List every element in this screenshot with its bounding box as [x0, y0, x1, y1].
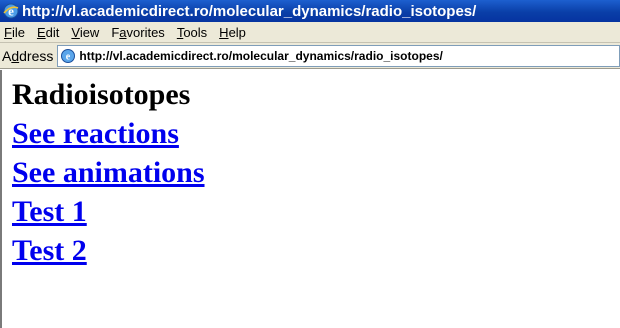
- address-url: http://vl.academicdirect.ro/molecular_dy…: [79, 48, 443, 63]
- menu-bar: File Edit View Favorites Tools Help: [0, 22, 620, 43]
- link-test-1[interactable]: Test 1: [12, 192, 620, 231]
- svg-text:e: e: [8, 4, 14, 19]
- link-test-2[interactable]: Test 2: [12, 231, 620, 270]
- menu-favorites[interactable]: Favorites: [111, 25, 164, 40]
- menu-tools[interactable]: Tools: [177, 25, 207, 40]
- title-bar: e http://vl.academicdirect.ro/molecular_…: [0, 0, 620, 22]
- address-label: Address: [2, 47, 54, 64]
- page-content: Radioisotopes See reactions See animatio…: [0, 70, 620, 328]
- menu-view[interactable]: View: [71, 25, 99, 40]
- menu-file[interactable]: File: [4, 25, 25, 40]
- address-bar: Address e http://vl.academicdirect.ro/mo…: [0, 43, 620, 69]
- page-icon: e: [60, 48, 76, 64]
- link-see-animations[interactable]: See animations: [12, 153, 620, 192]
- menu-edit[interactable]: Edit: [37, 25, 59, 40]
- ie-icon: e: [2, 2, 20, 20]
- window-title: http://vl.academicdirect.ro/molecular_dy…: [22, 2, 477, 20]
- menu-help[interactable]: Help: [219, 25, 246, 40]
- page-title: Radioisotopes: [12, 78, 191, 111]
- svg-text:e: e: [66, 51, 71, 62]
- address-input[interactable]: e http://vl.academicdirect.ro/molecular_…: [57, 44, 620, 67]
- link-see-reactions[interactable]: See reactions: [12, 114, 620, 153]
